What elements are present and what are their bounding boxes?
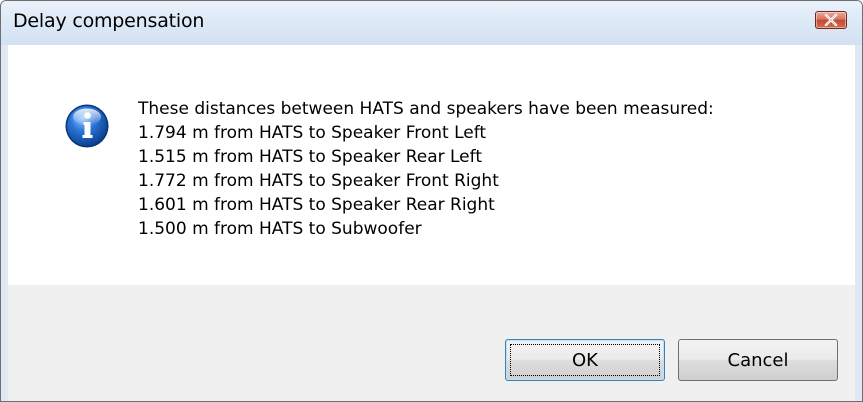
focus-rectangle [510, 344, 660, 376]
close-icon [816, 12, 846, 28]
title-bar[interactable]: Delay compensation [1, 1, 862, 45]
message-text: These distances between HATS and speaker… [138, 97, 714, 241]
dialog-client-area: These distances between HATS and speaker… [8, 45, 855, 401]
message-area: These distances between HATS and speaker… [8, 45, 855, 285]
ok-button[interactable]: OK [505, 339, 665, 381]
button-bar: OK Cancel [8, 285, 855, 401]
measurement-line: 1.515 m from HATS to Speaker Rear Left [138, 147, 482, 167]
measurement-line: 1.500 m from HATS to Subwoofer [138, 219, 422, 239]
dialog-window: Delay compensation These distances betwe… [0, 0, 863, 402]
cancel-button[interactable]: Cancel [678, 339, 838, 381]
information-icon [64, 103, 110, 149]
measurement-line: 1.772 m from HATS to Speaker Front Right [138, 171, 499, 191]
close-button[interactable] [815, 11, 847, 29]
window-title: Delay compensation [13, 10, 205, 32]
measurement-line: 1.794 m from HATS to Speaker Front Left [138, 123, 487, 143]
measurement-line: 1.601 m from HATS to Speaker Rear Right [138, 195, 495, 215]
message-heading: These distances between HATS and speaker… [138, 99, 714, 119]
cancel-button-label: Cancel [727, 349, 789, 371]
